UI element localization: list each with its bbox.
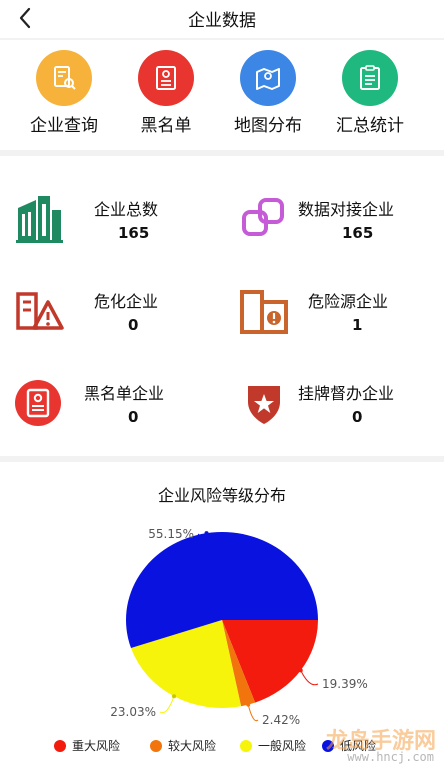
quick-nav: 企业查询 黑名单 地图分布 汇总统计 xyxy=(0,40,444,150)
leader-dot xyxy=(204,531,209,536)
legend-text-major: 重大风险 xyxy=(72,739,121,753)
nav-icon-bg-company-search xyxy=(36,50,92,106)
stat-hazardous-value: 0 xyxy=(128,316,139,334)
chart-title: 企业风险等级分布 xyxy=(157,486,286,505)
stat-blacklist-companies[interactable]: 黑名单企业 0 xyxy=(14,378,234,438)
nav-label-blacklist: 黑名单 xyxy=(140,116,192,136)
slice-percent-label: 55.15% xyxy=(148,527,194,541)
stat-hazard-source[interactable]: 危险源企业 1 xyxy=(240,286,444,346)
legend-dot-general xyxy=(240,740,252,752)
shield-star-icon xyxy=(248,386,280,424)
nav-label-summary: 汇总统计 xyxy=(336,116,404,136)
stat-supervised-value: 0 xyxy=(352,408,363,426)
slice-percent-label: 2.42% xyxy=(262,713,300,727)
stat-hazardous-label: 危化企业 xyxy=(94,292,159,311)
nav-icon-bg-summary xyxy=(342,50,398,106)
nav-map[interactable]: 地图分布 xyxy=(218,50,318,136)
watermark-sub: www.hncj.com xyxy=(347,750,434,764)
nav-icon-bg-blacklist xyxy=(138,50,194,106)
leader-dot xyxy=(172,694,177,699)
hazard-source-icon xyxy=(240,290,288,334)
company-search-icon xyxy=(54,66,76,90)
slice-percent-label: 23.03% xyxy=(110,705,156,719)
stat-total-companies[interactable]: 企业总数 165 xyxy=(14,194,234,254)
stat-blacklist-label: 黑名单企业 xyxy=(84,384,165,403)
nav-blacklist[interactable]: 黑名单 xyxy=(116,50,216,136)
watermark: 龙岛手游网 www.hncj.com xyxy=(298,723,438,769)
nav-label-map: 地图分布 xyxy=(234,116,302,136)
leader-line xyxy=(300,670,319,686)
legend-text-larger: 较大风险 xyxy=(168,739,217,753)
leader-dot xyxy=(246,702,251,707)
leader-line xyxy=(247,704,259,722)
stat-hazard-source-label: 危险源企业 xyxy=(308,292,389,311)
stats-panel: 企业总数 165 数据对接企业 165 危化企业 0 危险源企业 1 黑名单企业… xyxy=(0,156,444,456)
slice-percent-label: 19.39% xyxy=(322,677,368,691)
stat-hazardous-chem[interactable]: 危化企业 0 xyxy=(14,286,234,346)
legend-dot-larger xyxy=(150,740,162,752)
header-bar: 企业数据 xyxy=(0,0,444,38)
stat-hazard-source-value: 1 xyxy=(352,316,363,334)
stat-total-value: 165 xyxy=(118,224,150,242)
stat-connected-value: 165 xyxy=(342,224,374,242)
stat-supervised-label: 挂牌督办企业 xyxy=(298,384,395,403)
leader-dot xyxy=(298,668,303,673)
stat-supervised-companies[interactable]: 挂牌督办企业 0 xyxy=(240,378,444,438)
blacklist-icon xyxy=(156,66,176,90)
nav-icon-bg-map xyxy=(240,50,296,106)
hazmat-building-icon xyxy=(16,292,64,330)
nav-label-company-search: 企业查询 xyxy=(30,116,98,136)
nav-summary[interactable]: 汇总统计 xyxy=(320,50,420,136)
data-link-icon xyxy=(242,198,284,236)
map-icon xyxy=(256,68,280,90)
nav-company-search[interactable]: 企业查询 xyxy=(14,50,114,136)
stat-total-label: 企业总数 xyxy=(94,200,159,219)
clipboard-icon xyxy=(360,65,380,90)
stat-blacklist-value: 0 xyxy=(128,408,139,426)
page-title: 企业数据 xyxy=(188,11,256,31)
legend-dot-major xyxy=(54,740,66,752)
building-icon xyxy=(16,196,63,243)
leader-line xyxy=(159,696,175,714)
stat-connected-companies[interactable]: 数据对接企业 165 xyxy=(240,194,444,254)
stat-connected-label: 数据对接企业 xyxy=(298,200,395,219)
blacklist-badge-icon xyxy=(15,380,61,426)
